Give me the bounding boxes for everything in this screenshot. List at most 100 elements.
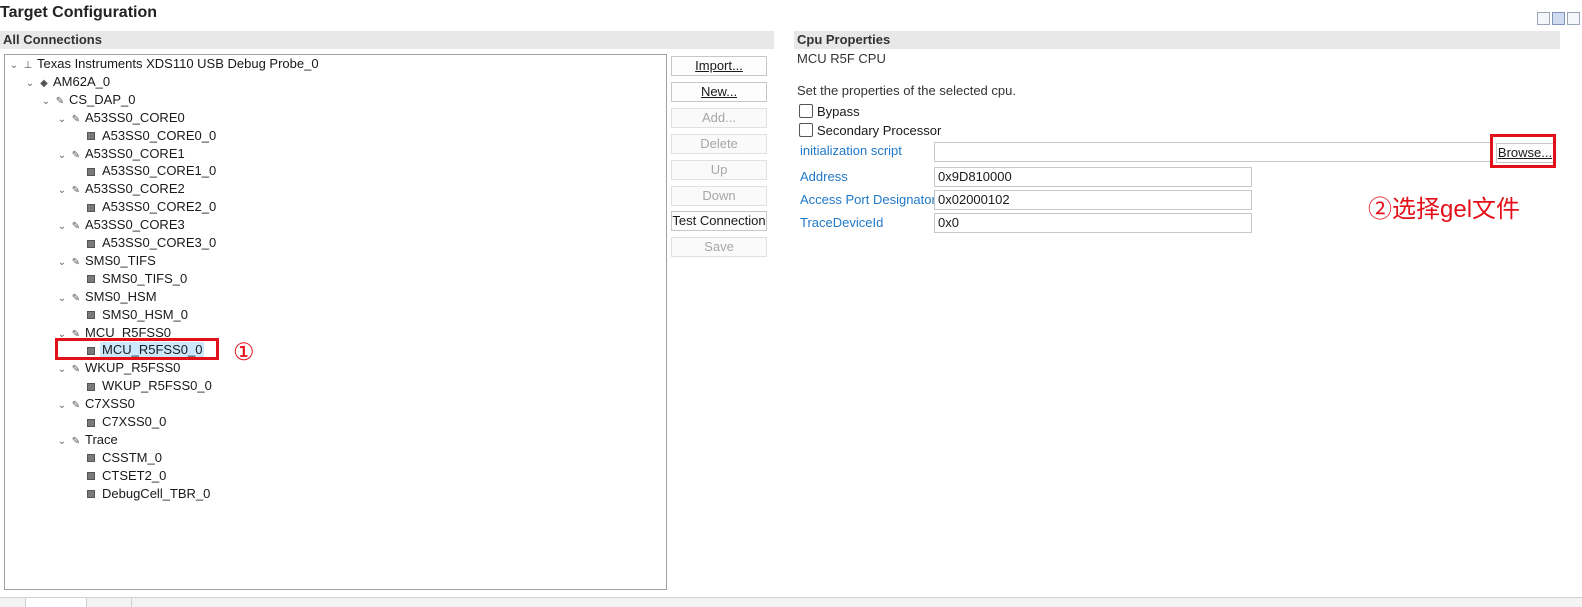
tree-node-label: A53SS0_CORE2_0: [102, 199, 217, 215]
cpu-leaf-icon: [87, 418, 95, 427]
chevron-down-icon[interactable]: ⌄: [55, 397, 69, 415]
chevron-down-icon[interactable]: ⌄: [55, 182, 69, 200]
cpu-leaf-icon: [87, 167, 95, 176]
secondary-processor-checkbox[interactable]: Secondary Processor: [799, 123, 941, 139]
down-button[interactable]: Down: [671, 186, 767, 206]
cpu-leaf-icon: [87, 132, 95, 141]
chevron-down-icon[interactable]: ⌄: [55, 218, 69, 236]
new-button[interactable]: New...: [671, 82, 767, 102]
chevron-down-icon[interactable]: ⌄: [55, 433, 69, 451]
tree-node[interactable]: CTSET2_0: [71, 467, 168, 485]
tree-node-label: SMS0_TIFS: [85, 252, 156, 268]
tree-node[interactable]: CSSTM_0: [71, 449, 164, 467]
tree-node[interactable]: ⌄ ✎ A53SS0_CORE1: [55, 145, 187, 163]
tree-node[interactable]: ⌄ ✎ WKUP_R5FSS0: [55, 359, 182, 377]
cpu-leaf-icon: [87, 203, 95, 212]
tree-node[interactable]: ⌄ ◆ AM62A_0: [23, 73, 112, 91]
tree-node-label: AM62A_0: [53, 73, 111, 89]
trace-device-label: TraceDeviceId: [800, 215, 884, 230]
chevron-down-icon[interactable]: ⌄: [23, 75, 37, 93]
cpu-leaf-icon: [87, 454, 95, 463]
cpu-leaf-icon: [87, 382, 95, 391]
tree-node-label: DebugCell_TBR_0: [102, 485, 211, 501]
page-title: Target Configuration: [0, 4, 158, 21]
save-button[interactable]: Save: [671, 237, 767, 257]
delete-button[interactable]: Delete: [671, 134, 767, 154]
cpu-leaf-icon: [87, 275, 95, 284]
tree-node[interactable]: A53SS0_CORE0_0: [71, 127, 218, 145]
collapse-view-icon[interactable]: [1537, 12, 1550, 25]
tree-node-label: A53SS0_CORE3_0: [102, 235, 217, 250]
selected-node-highlight: [55, 338, 219, 360]
step2-annotation: ②选择gel文件: [1368, 196, 1521, 223]
access-port-input[interactable]: 0x02000102: [934, 190, 1252, 210]
chevron-down-icon[interactable]: ⌄: [55, 290, 69, 308]
tree-node[interactable]: DebugCell_TBR_0: [71, 485, 212, 503]
tree-node-label: A53SS0_CORE0: [85, 109, 185, 125]
chevron-down-icon[interactable]: ⌄: [55, 361, 69, 379]
split-view-icon[interactable]: [1552, 12, 1565, 25]
tree-node-label: CS_DAP_0: [69, 91, 136, 107]
tree-node[interactable]: ⌄ ✎ A53SS0_CORE0: [55, 109, 187, 127]
chevron-down-icon[interactable]: ⌄: [55, 254, 69, 272]
view-mode-toolbar: [1537, 12, 1580, 25]
address-label: Address: [800, 169, 848, 184]
import-button[interactable]: Import...: [671, 56, 767, 76]
tree-node[interactable]: ⌄ ✎ A53SS0_CORE2: [55, 180, 187, 198]
tree-node-label: C7XSS0_0: [102, 414, 167, 429]
cpu-description: Set the properties of the selected cpu.: [797, 83, 1016, 98]
cpu-properties-header: Cpu Properties: [794, 31, 1560, 49]
tree-node[interactable]: ⌄ ✎ C7XSS0: [55, 395, 137, 413]
cpu-leaf-icon: [87, 490, 95, 499]
tree-node-label: A53SS0_CORE0_0: [102, 127, 217, 143]
cpu-leaf-icon: [87, 311, 95, 320]
cpu-name: MCU R5F CPU: [797, 51, 886, 66]
tree-node[interactable]: WKUP_R5FSS0_0: [71, 377, 214, 395]
test-connection-button[interactable]: Test Connection: [671, 211, 767, 231]
chevron-down-icon[interactable]: ⌄: [7, 57, 21, 75]
add-button[interactable]: Add...: [671, 108, 767, 128]
cpu-leaf-icon: [87, 472, 95, 481]
tree-node[interactable]: ⌄ ✎ A53SS0_CORE3: [55, 216, 187, 234]
tree-node[interactable]: ⌄ ⊥ Texas Instruments XDS110 USB Debug Pro…: [7, 55, 321, 73]
up-button[interactable]: Up: [671, 160, 767, 180]
tree-node[interactable]: ⌄ ✎ Trace: [55, 431, 120, 449]
connections-tree[interactable]: ⌄ ⊥ Texas Instruments XDS110 USB Debug Pro…: [4, 54, 667, 590]
detail-view-icon[interactable]: [1567, 12, 1580, 25]
tree-node[interactable]: ⌄ ✎ SMS0_HSM: [55, 288, 159, 306]
step1-annotation: ①: [233, 339, 255, 366]
chevron-down-icon[interactable]: ⌄: [55, 147, 69, 165]
all-connections-header: All Connections: [0, 31, 774, 49]
tree-node-label: Texas Instruments XDS110 USB Debug Probe…: [37, 56, 319, 71]
tree-node-label: A53SS0_CORE2: [85, 181, 185, 197]
trace-device-input[interactable]: 0x0: [934, 213, 1252, 233]
bypass-checkbox[interactable]: Bypass: [799, 104, 860, 120]
tree-node-label: SMS0_TIFS_0: [102, 270, 188, 286]
tree-node-label: WKUP_R5FSS0_0: [102, 378, 212, 394]
secondary-checkbox-box[interactable]: [799, 123, 813, 137]
tree-node-label: A53SS0_CORE3: [85, 217, 185, 233]
chevron-down-icon[interactable]: ⌄: [55, 111, 69, 129]
init-script-label: initialization script: [800, 143, 902, 158]
tree-node[interactable]: A53SS0_CORE3_0: [71, 234, 218, 252]
browse-highlight: [1490, 134, 1556, 168]
init-script-input[interactable]: [934, 142, 1492, 162]
tree-node-label: CSSTM_0: [102, 449, 162, 465]
tree-node-label: Trace: [85, 431, 118, 447]
access-port-label: Access Port Designator: [800, 192, 936, 207]
tree-node[interactable]: C7XSS0_0: [71, 413, 168, 431]
bypass-checkbox-box[interactable]: [799, 104, 813, 118]
address-input[interactable]: 0x9D810000: [934, 167, 1252, 187]
chevron-down-icon[interactable]: ⌄: [39, 93, 53, 111]
tree-node[interactable]: ⌄ ✎ SMS0_TIFS: [55, 252, 158, 270]
tree-node[interactable]: A53SS0_CORE2_0: [71, 198, 218, 216]
tree-node-label: A53SS0_CORE1: [85, 145, 185, 161]
tree-node[interactable]: SMS0_HSM_0: [71, 306, 190, 324]
tree-node[interactable]: SMS0_TIFS_0: [71, 270, 189, 288]
tree-node[interactable]: A53SS0_CORE1_0: [71, 162, 218, 180]
tree-node-label: WKUP_R5FSS0: [85, 360, 181, 376]
tree-node[interactable]: ⌄ ✎ CS_DAP_0: [39, 91, 137, 109]
tree-node-label: A53SS0_CORE1_0: [102, 163, 217, 179]
tree-node-label: CTSET2_0: [102, 467, 167, 483]
cpu-leaf-icon: [87, 239, 95, 248]
